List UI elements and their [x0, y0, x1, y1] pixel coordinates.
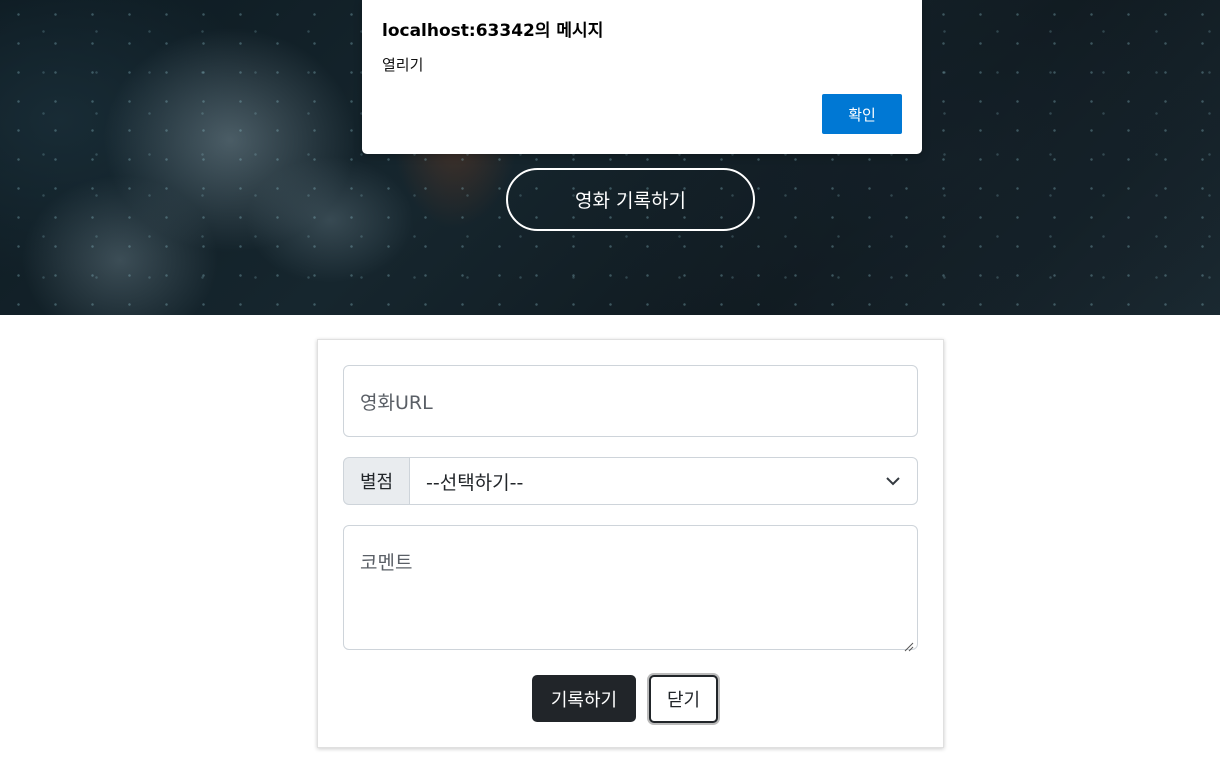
movie-url-placeholder: 영화URL	[360, 391, 433, 414]
dialog-title: localhost:63342의 메시지	[382, 21, 604, 41]
record-movie-button-label: 영화 기록하기	[575, 190, 686, 212]
save-button[interactable]: 기록하기	[532, 675, 636, 722]
rating-label: 별점	[343, 457, 410, 505]
rating-input-group: 별점 --선택하기--	[343, 457, 918, 505]
record-movie-button[interactable]: 영화 기록하기	[506, 168, 755, 231]
dialog-ok-button[interactable]: 확인	[822, 94, 902, 134]
chevron-down-icon	[885, 473, 901, 489]
dialog-ok-label: 확인	[848, 105, 876, 124]
close-button[interactable]: 닫기	[649, 675, 718, 723]
rating-selected-value: --선택하기--	[426, 471, 524, 494]
rating-select[interactable]: --선택하기--	[410, 457, 918, 505]
dialog-message: 열리기	[382, 56, 424, 74]
close-button-label: 닫기	[666, 690, 701, 711]
save-button-label: 기록하기	[550, 689, 618, 711]
movie-url-input[interactable]: 영화URL	[343, 365, 918, 437]
resize-handle-icon[interactable]	[903, 635, 914, 652]
comment-textarea[interactable]: 코멘트	[343, 525, 918, 652]
alert-dialog: localhost:63342의 메시지 열리기 확인	[362, 0, 922, 154]
movie-post-form: 영화URL 별점 --선택하기-- 코멘트 기록하기 닫기	[317, 339, 944, 748]
comment-placeholder: 코멘트	[360, 552, 413, 574]
